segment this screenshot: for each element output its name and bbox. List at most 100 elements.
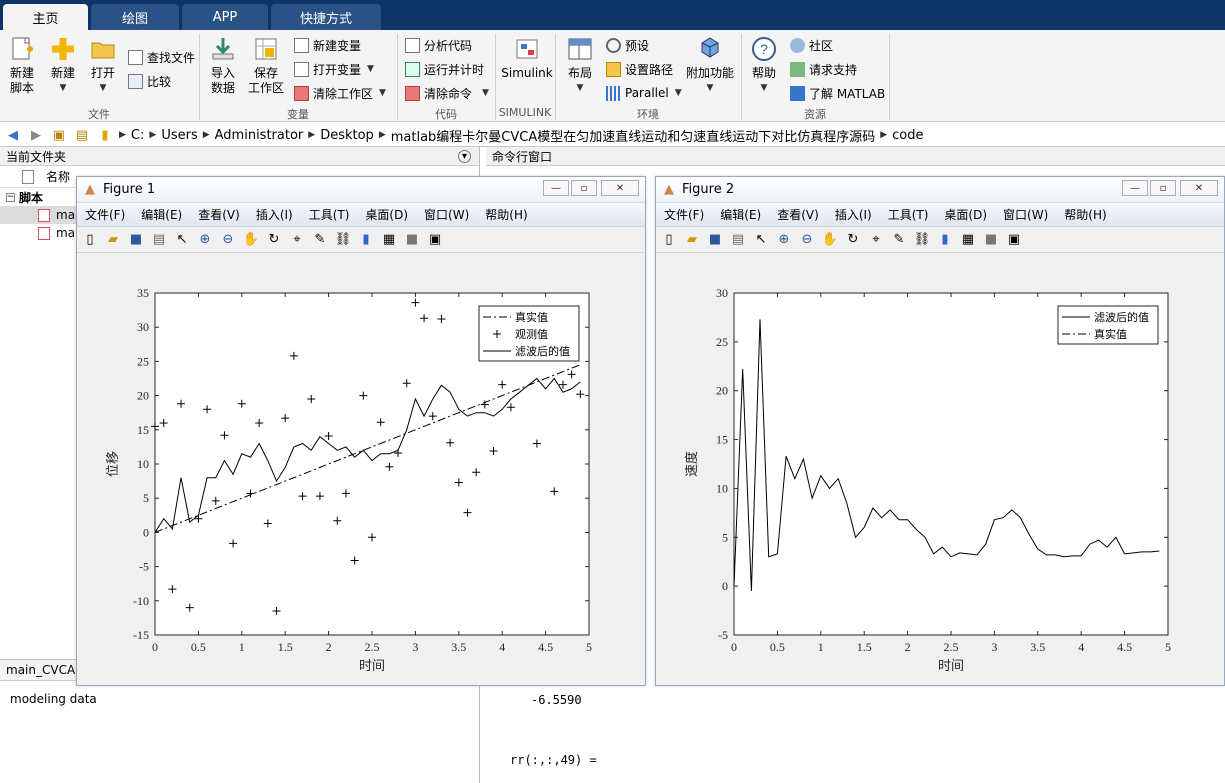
- open-file-icon[interactable]: ▰: [683, 231, 701, 249]
- menu-help[interactable]: 帮助(H): [485, 206, 527, 223]
- preferences-button[interactable]: 预设: [606, 36, 649, 54]
- save-icon[interactable]: ■: [127, 231, 145, 249]
- run-and-time-button[interactable]: 运行并计时: [405, 60, 484, 78]
- menu-view[interactable]: 查看(V): [777, 206, 819, 223]
- layout-dropdown-arrow[interactable]: ▼: [577, 81, 584, 96]
- menu-edit[interactable]: 编辑(E): [141, 206, 182, 223]
- zoom-out-icon[interactable]: ⊖: [219, 231, 237, 249]
- link-icon[interactable]: ⛓: [913, 231, 931, 249]
- simulink-button[interactable]: Simulink: [501, 36, 553, 81]
- open-file-icon[interactable]: ▰: [104, 231, 122, 249]
- new-dropdown-arrow[interactable]: ▼: [60, 81, 67, 96]
- menu-tools[interactable]: 工具(T): [309, 206, 350, 223]
- legend-icon[interactable]: ▦: [959, 231, 977, 249]
- request-support-button[interactable]: 请求支持: [790, 60, 857, 78]
- compare-button[interactable]: 比较: [128, 72, 171, 90]
- tab-home[interactable]: 主页: [3, 4, 88, 30]
- add-ons-arrow[interactable]: ▼: [707, 81, 714, 96]
- menu-desktop[interactable]: 桌面(D): [944, 206, 987, 223]
- menu-window[interactable]: 窗口(W): [1003, 206, 1048, 223]
- up-folder-icon[interactable]: ▣: [50, 126, 68, 144]
- collapse-icon[interactable]: −: [6, 192, 15, 202]
- import-data-button[interactable]: 导入 数据: [206, 36, 240, 96]
- figure-2-window[interactable]: ▲ Figure 2 — ▫ ✕ 文件(F) 编辑(E) 查看(V) 插入(I)…: [655, 176, 1225, 686]
- brush-icon[interactable]: ✎: [890, 231, 908, 249]
- pan-icon[interactable]: ✋: [242, 231, 260, 249]
- rotate-icon[interactable]: ↻: [844, 231, 862, 249]
- pan-icon[interactable]: ✋: [821, 231, 839, 249]
- clear-workspace-button[interactable]: 清除工作区 ▼: [294, 84, 386, 102]
- save-icon[interactable]: ■: [706, 231, 724, 249]
- print-icon[interactable]: ▤: [729, 231, 747, 249]
- name-column-header[interactable]: 名称: [46, 168, 70, 185]
- community-button[interactable]: 社区: [790, 36, 833, 54]
- brush-icon[interactable]: ✎: [311, 231, 329, 249]
- menu-view[interactable]: 查看(V): [198, 206, 240, 223]
- breadcrumb-item[interactable]: Administrator: [215, 128, 304, 143]
- clear-workspace-arrow[interactable]: ▼: [379, 88, 386, 98]
- new-figure-icon[interactable]: ▯: [660, 231, 678, 249]
- close-button[interactable]: ✕: [1180, 180, 1218, 196]
- menu-edit[interactable]: 编辑(E): [720, 206, 761, 223]
- data-cursor-icon[interactable]: ⌖: [867, 231, 885, 249]
- hide-tools-icon[interactable]: ■: [982, 231, 1000, 249]
- maximize-button[interactable]: ▫: [1150, 180, 1176, 196]
- new-figure-icon[interactable]: ▯: [81, 231, 99, 249]
- menu-insert[interactable]: 插入(I): [835, 206, 872, 223]
- zoom-out-icon[interactable]: ⊖: [798, 231, 816, 249]
- menu-desktop[interactable]: 桌面(D): [365, 206, 408, 223]
- rotate-icon[interactable]: ↻: [265, 231, 283, 249]
- new-button[interactable]: 新建 ▼: [48, 36, 78, 96]
- analyze-code-button[interactable]: 分析代码: [405, 36, 472, 54]
- dock-icon[interactable]: ▣: [426, 231, 444, 249]
- colorbar-icon[interactable]: ▮: [936, 231, 954, 249]
- menu-insert[interactable]: 插入(I): [256, 206, 293, 223]
- back-icon[interactable]: ◀: [4, 126, 22, 144]
- zoom-in-icon[interactable]: ⊕: [196, 231, 214, 249]
- open-button[interactable]: 打开 ▼: [88, 36, 118, 96]
- set-path-button[interactable]: 设置路径: [606, 60, 673, 78]
- colorbar-icon[interactable]: ▮: [357, 231, 375, 249]
- browse-folder-icon[interactable]: ▤: [73, 126, 91, 144]
- breadcrumb-item[interactable]: C:: [131, 128, 144, 143]
- tab-apps[interactable]: APP: [182, 4, 268, 30]
- find-files-button[interactable]: 查找文件: [128, 48, 195, 66]
- zoom-in-icon[interactable]: ⊕: [775, 231, 793, 249]
- learn-matlab-button[interactable]: 了解 MATLAB: [790, 84, 885, 102]
- panel-menu-icon[interactable]: ▾: [458, 149, 471, 163]
- breadcrumb-item[interactable]: Users: [161, 128, 197, 143]
- tab-plots[interactable]: 绘图: [91, 4, 179, 30]
- open-variable-button[interactable]: 打开变量 ▼: [294, 60, 374, 78]
- menu-help[interactable]: 帮助(H): [1064, 206, 1106, 223]
- legend-icon[interactable]: ▦: [380, 231, 398, 249]
- pointer-icon[interactable]: ↖: [752, 231, 770, 249]
- breadcrumb-item[interactable]: Desktop: [320, 128, 374, 143]
- help-arrow[interactable]: ▼: [761, 81, 768, 96]
- help-button[interactable]: ? 帮助 ▼: [749, 36, 779, 96]
- menu-window[interactable]: 窗口(W): [424, 206, 469, 223]
- figure-1-window[interactable]: ▲ Figure 1 — ▫ ✕ 文件(F) 编辑(E) 查看(V) 插入(I)…: [76, 176, 646, 686]
- breadcrumb-item[interactable]: code: [892, 128, 923, 143]
- pointer-icon[interactable]: ↖: [173, 231, 191, 249]
- parallel-arrow[interactable]: ▼: [675, 88, 682, 98]
- link-icon[interactable]: ⛓: [334, 231, 352, 249]
- print-icon[interactable]: ▤: [150, 231, 168, 249]
- new-variable-button[interactable]: 新建变量: [294, 36, 361, 54]
- breadcrumb-item[interactable]: matlab编程卡尔曼CVCA模型在匀加速直线运动和匀速直线运动下对比仿真程序源…: [391, 126, 876, 145]
- clear-commands-button[interactable]: 清除命令 ▼: [405, 84, 489, 102]
- save-workspace-button[interactable]: 保存 工作区: [246, 36, 286, 96]
- parallel-button[interactable]: Parallel ▼: [606, 84, 682, 102]
- maximize-button[interactable]: ▫: [571, 180, 597, 196]
- menu-file[interactable]: 文件(F): [664, 206, 704, 223]
- open-dropdown-arrow[interactable]: ▼: [100, 81, 107, 96]
- add-ons-button[interactable]: 附加功能 ▼: [686, 36, 734, 96]
- clear-commands-arrow[interactable]: ▼: [482, 88, 489, 98]
- close-button[interactable]: ✕: [601, 180, 639, 196]
- menu-file[interactable]: 文件(F): [85, 206, 125, 223]
- layout-button[interactable]: 布局 ▼: [565, 36, 595, 96]
- open-variable-arrow[interactable]: ▼: [367, 64, 374, 74]
- hide-tools-icon[interactable]: ■: [403, 231, 421, 249]
- data-cursor-icon[interactable]: ⌖: [288, 231, 306, 249]
- forward-icon[interactable]: ▶: [27, 126, 45, 144]
- new-script-button[interactable]: 新建 脚本: [6, 36, 38, 96]
